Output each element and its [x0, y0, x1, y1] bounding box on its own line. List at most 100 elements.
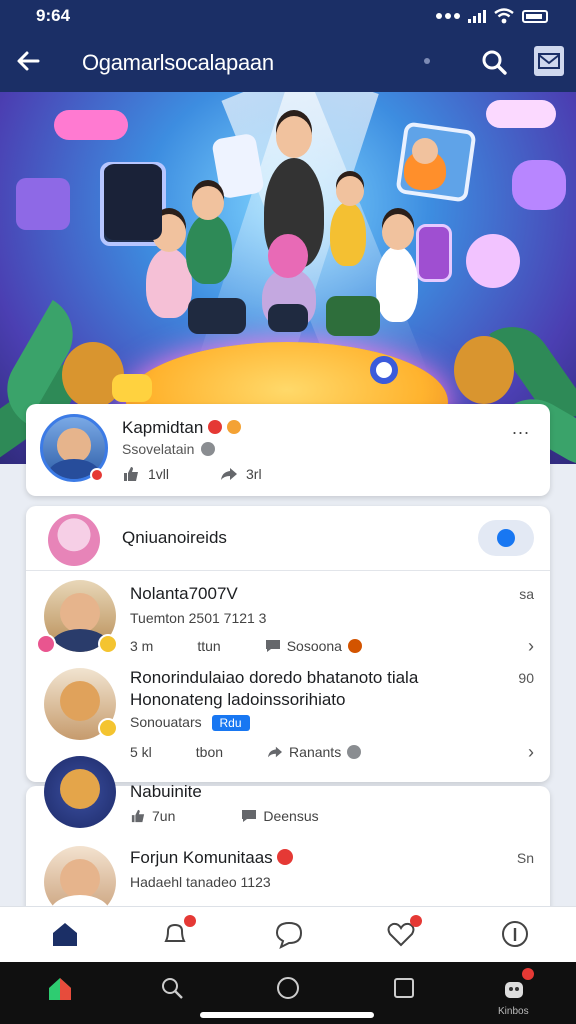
profile-subtitle-text: Ssovelatain [122, 441, 195, 457]
divider [26, 570, 550, 571]
post-title: Nabuinite [130, 782, 202, 801]
post-avatar[interactable] [44, 756, 116, 828]
avatar-face [59, 592, 101, 634]
activity-tab[interactable] [384, 915, 422, 951]
post-title: Ronorindulaiao doredo bhatanoto tiala [130, 668, 419, 687]
post-meta-row: Sonouatars Rdu [130, 714, 250, 731]
clock-icon [201, 442, 216, 456]
post-title: Forjun Komunitaas [130, 848, 294, 868]
share-arrow-icon [221, 468, 237, 480]
shares-count: 3rl [246, 466, 262, 482]
post-meta: Sonouatars [130, 714, 202, 730]
composer-go-button[interactable] [478, 520, 534, 556]
app-header-bar: 9:64 Ogamarlsocalapaan [0, 0, 576, 92]
online-status-badge [90, 468, 104, 482]
likes-count: 1vll [148, 466, 170, 482]
chat-bubble-icon[interactable] [272, 917, 306, 951]
monitor-device [104, 164, 162, 240]
wifi-icon [494, 8, 514, 24]
comment-icon [242, 810, 257, 822]
person-figure [330, 202, 366, 266]
post-tag[interactable]: Rdu [211, 715, 250, 731]
chevron-right-icon[interactable]: › [528, 636, 534, 657]
gesture-home-bar[interactable] [200, 1012, 374, 1018]
like-count: 7un [152, 808, 176, 824]
back-arrow-icon[interactable] [14, 46, 44, 76]
floating-teddy-card [512, 160, 566, 210]
comment-label[interactable]: ttun [197, 638, 220, 654]
comment-icon [265, 640, 280, 652]
person-head [412, 138, 438, 164]
floating-video-card [416, 224, 452, 282]
notification-icons [436, 13, 460, 19]
post-meta: Tuemton 2501 7121 3 [130, 610, 267, 626]
profile-subtitle: Ssovelatain [122, 441, 216, 457]
home-icon[interactable] [48, 917, 82, 951]
launcher-home-icon[interactable] [46, 974, 74, 1002]
floating-animal-card [466, 234, 520, 288]
heart-emoji-icon [277, 849, 294, 865]
bottom-tab-bar [0, 906, 576, 962]
feed-post[interactable]: Nabuinite 7un Deensus [26, 756, 550, 846]
person-head [336, 176, 364, 206]
person-figure [376, 246, 418, 322]
thumbs-up-icon [131, 809, 145, 823]
play-icon [497, 529, 515, 547]
verified-emoji-icon [208, 420, 223, 434]
laptop-device [188, 298, 246, 334]
profile-name-text: Kapmidtan [122, 418, 204, 437]
feed-card: Qniuanoireids Nolanta7007V Tuemton 2501 … [26, 506, 550, 782]
recents-square-icon[interactable] [390, 974, 418, 1002]
battery-icon [522, 9, 548, 23]
laptop-device [268, 304, 308, 332]
like-count[interactable]: 3 m [130, 638, 153, 654]
floating-game-card [16, 178, 70, 230]
post-timestamp: sa [519, 586, 534, 602]
home-circle-icon[interactable] [274, 974, 302, 1002]
profile-card[interactable]: Kapmidtan Ssovelatain ... 1vll 3rl [26, 404, 550, 496]
composer-prompt[interactable]: Qniuanoireids [122, 528, 227, 548]
more-options-icon[interactable]: ... [512, 418, 530, 439]
search-icon[interactable] [480, 48, 508, 76]
post-timestamp: 90 [518, 670, 534, 686]
comment-action[interactable]: Deensus [241, 808, 319, 824]
record-button-prop [370, 356, 398, 384]
mail-icon [538, 53, 560, 69]
post-subtitle: Hononateng ladoinssorihiato [130, 690, 346, 709]
signal-icon [468, 9, 486, 23]
person-head [382, 214, 414, 250]
fire-emoji-icon [347, 639, 362, 653]
thumbs-up-icon [124, 467, 138, 481]
post-timestamp: Sn [516, 850, 534, 866]
likes-stat[interactable]: 1vll [122, 466, 169, 482]
post-title-text: Forjun Komunitaas [130, 848, 273, 867]
floating-box-card [54, 110, 128, 140]
avatar-face [59, 858, 101, 900]
person-figure [186, 214, 232, 284]
emoji-badge-icon [98, 634, 118, 654]
status-bar: 9:64 [0, 0, 576, 32]
share-action[interactable]: Sosoona [265, 638, 362, 654]
robot-app-icon[interactable] [500, 968, 534, 1002]
status-time: 9:64 [36, 6, 71, 25]
post-actions: 3 m ttun Sosoona [130, 638, 362, 654]
post-title: Nolanta7007V [130, 584, 238, 603]
shares-stat[interactable]: 3rl [220, 466, 262, 482]
notification-badge [184, 915, 196, 927]
info-icon[interactable] [498, 917, 532, 951]
gift-box [112, 374, 152, 402]
person-head [276, 116, 312, 158]
page-title: Ogamarlsocalapaan [82, 50, 274, 75]
floating-cloud-card [486, 100, 556, 128]
share-label: Sosoona [286, 638, 342, 654]
composer-avatar [48, 514, 100, 566]
like-action[interactable]: 7un [130, 808, 175, 824]
messages-button[interactable] [534, 46, 564, 76]
laptop-device [326, 296, 380, 336]
share-label: Deensus [263, 808, 319, 824]
feed-post[interactable]: Nolanta7007V Tuemton 2501 7121 3 sa 3 m … [26, 578, 550, 668]
post-meta: Hadaehl tanadeo 1123 [130, 874, 271, 890]
search-icon[interactable] [158, 974, 186, 1002]
teddy-bear-right [454, 336, 514, 404]
notifications-tab[interactable] [158, 915, 196, 951]
